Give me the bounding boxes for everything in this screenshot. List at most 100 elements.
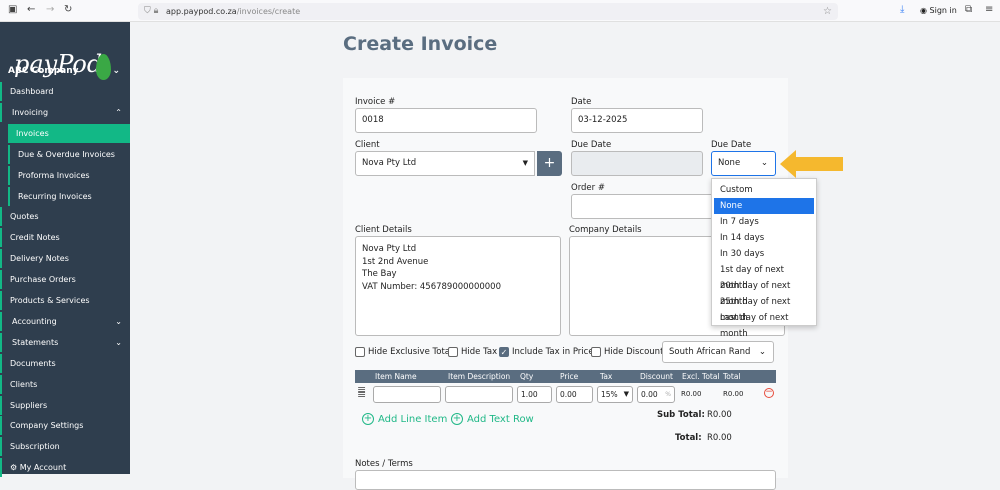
- invoice-no-input[interactable]: 0018: [355, 108, 537, 133]
- checkbox-hide-exclusive-total[interactable]: Hide Exclusive Total: [355, 347, 452, 357]
- chevron-down-icon: ⌄: [758, 347, 766, 357]
- add-client-button[interactable]: +: [537, 151, 562, 176]
- sidebar-item-proforma-invoices[interactable]: Proforma Invoices: [8, 165, 130, 185]
- sidebar-item-credit-notes[interactable]: Credit Notes: [0, 228, 130, 248]
- qty-input[interactable]: 1.00: [517, 386, 552, 403]
- extensions-icon[interactable]: ⧉: [965, 4, 972, 15]
- discount-input[interactable]: 0.00%: [637, 386, 675, 403]
- items-table-header: Item Name Item Description Qty Price Tax Disc…: [355, 370, 776, 383]
- sidebar-item-due-overdue-invoices[interactable]: Due & Overdue Invoices: [8, 144, 130, 164]
- due-option[interactable]: 1st day of next month: [714, 262, 814, 291]
- sidebar-item-suppliers[interactable]: Suppliers: [0, 395, 130, 415]
- column-header: Qty: [520, 372, 534, 381]
- caret-down-icon: ▼: [623, 390, 629, 398]
- bookmark-star-icon[interactable]: ☆: [823, 3, 832, 20]
- checkbox-hide-tax[interactable]: Hide Tax: [448, 347, 497, 357]
- tax-select[interactable]: 15% ▼: [597, 386, 633, 403]
- due-term-dropdown: Custom None In 7 days In 14 days In 30 days 1…: [711, 178, 817, 339]
- order-label: Order #: [571, 183, 605, 193]
- checkbox-include-tax-in-price[interactable]: ✓ Include Tax in Price: [499, 347, 594, 357]
- sidebar-item-label: Accounting: [12, 316, 57, 326]
- checkbox-icon[interactable]: ✓: [499, 347, 509, 357]
- sidebar-item-invoices[interactable]: Invoices: [8, 123, 130, 143]
- sidebar-item-company-settings[interactable]: Company Settings: [0, 416, 130, 436]
- sidebar-item-label: Credit Notes: [10, 233, 60, 243]
- tabs-icon[interactable]: ▣: [8, 4, 17, 15]
- column-header: Tax: [600, 372, 613, 381]
- due-option[interactable]: 25th day of next month: [714, 294, 814, 323]
- sidebar-item-accounting[interactable]: Accounting ⌄: [0, 311, 130, 331]
- download-icon[interactable]: ⤓: [900, 4, 904, 15]
- client-details-label: Client Details: [355, 225, 412, 235]
- notes-label: Notes / Terms: [355, 459, 413, 469]
- due-option[interactable]: In 7 days: [714, 214, 814, 230]
- add-text-row-button[interactable]: + Add Text Row: [451, 413, 534, 425]
- client-select[interactable]: Nova Pty Ltd ▼: [355, 151, 535, 176]
- gear-icon: ⚙: [10, 463, 20, 473]
- total-value: R0.00: [707, 433, 732, 443]
- company-details-label: Company Details: [569, 225, 642, 235]
- sidebar-item-documents[interactable]: Documents: [0, 353, 130, 373]
- checkbox-icon[interactable]: [591, 347, 601, 357]
- forward-icon[interactable]: →: [46, 4, 54, 15]
- sidebar-item-label: Invoices: [16, 128, 49, 138]
- due-option[interactable]: In 14 days: [714, 230, 814, 246]
- sign-in-button[interactable]: ◉ Sign in: [920, 6, 957, 15]
- checkbox-icon[interactable]: [355, 347, 365, 357]
- checkbox-hide-discount[interactable]: Hide Discount: [591, 347, 663, 357]
- notes-textarea[interactable]: [355, 470, 776, 490]
- reload-icon[interactable]: ↻: [64, 4, 72, 15]
- remove-row-icon[interactable]: −: [764, 388, 774, 398]
- sidebar-item-label: Purchase Orders: [10, 275, 76, 285]
- sidebar-item-dashboard[interactable]: Dashboard: [0, 82, 130, 101]
- add-line-item-button[interactable]: + Add Line Item: [362, 413, 447, 425]
- sidebar-item-label: Proforma Invoices: [18, 170, 90, 180]
- sidebar-item-label: My Account: [19, 463, 67, 473]
- sidebar-item-products-services[interactable]: Products & Services: [0, 291, 130, 310]
- checkbox-label: Hide Exclusive Total: [368, 347, 453, 357]
- url-bar[interactable]: ⛉ 🔒︎ app.paypod.co.za/invoices/create ☆: [138, 3, 838, 20]
- sidebar-item-quotes[interactable]: Quotes: [0, 207, 130, 227]
- yellow-arrow-pointer-icon: [780, 150, 843, 178]
- due-option[interactable]: Custom: [714, 182, 814, 198]
- sidebar-item-purchase-orders[interactable]: Purchase Orders: [0, 270, 130, 290]
- chevron-up-icon: ⌃: [115, 107, 122, 117]
- currency-select[interactable]: South African Rand ⌄: [662, 341, 774, 363]
- total-label: Total:: [675, 433, 702, 443]
- sidebar-item-my-account[interactable]: ⚙ My Account: [0, 458, 130, 478]
- sidebar-item-label: Subscription: [10, 442, 60, 452]
- checkbox-label: Hide Tax: [461, 347, 498, 357]
- checkbox-icon[interactable]: [448, 347, 458, 357]
- sidebar-item-invoicing[interactable]: Invoicing ⌃: [0, 102, 130, 122]
- sidebar: payPod ABC Company ⌄ Dashboard Invoicing ⌃ I…: [0, 22, 130, 478]
- sub-total-value: R0.00: [707, 410, 732, 420]
- due-term-select[interactable]: None ⌄: [711, 151, 776, 176]
- back-icon[interactable]: ←: [27, 4, 35, 15]
- company-switcher[interactable]: ABC Company ⌄: [8, 66, 126, 76]
- sidebar-item-recurring-invoices[interactable]: Recurring Invoices: [8, 186, 130, 206]
- caret-down-icon: ▼: [522, 159, 528, 167]
- checkbox-label: Include Tax in Price: [512, 347, 594, 357]
- row-total: R0.00: [723, 390, 744, 398]
- client-details-textarea[interactable]: Nova Pty Ltd 1st 2nd Avenue The Bay VAT Num…: [355, 236, 561, 336]
- item-name-input[interactable]: [373, 386, 441, 403]
- sidebar-item-delivery-notes[interactable]: Delivery Notes: [0, 249, 130, 269]
- due-date-input[interactable]: [571, 151, 703, 176]
- sidebar-item-subscription[interactable]: Subscription: [0, 437, 130, 457]
- due-option[interactable]: Last day of next month: [714, 310, 814, 339]
- browser-toolbar: ▣ ← → ↻ ⛉ 🔒︎ app.paypod.co.za/invoices/cr…: [0, 0, 1000, 22]
- client-label: Client: [355, 140, 380, 150]
- column-header: Item Description: [448, 372, 511, 381]
- due-option[interactable]: None: [714, 198, 814, 214]
- date-input[interactable]: 03-12-2025: [571, 108, 703, 133]
- due-option[interactable]: In 30 days: [714, 246, 814, 262]
- menu-icon[interactable]: ≡: [985, 4, 993, 15]
- due-option[interactable]: 20th day of next month: [714, 278, 814, 307]
- sidebar-item-statements[interactable]: Statements ⌄: [0, 332, 130, 352]
- drag-handle-icon[interactable]: ≡ ≡: [357, 384, 366, 400]
- price-input[interactable]: 0.00: [556, 386, 593, 403]
- sidebar-item-clients[interactable]: Clients: [0, 374, 130, 394]
- due-term-label: Due Date: [711, 140, 752, 150]
- item-description-input[interactable]: [445, 386, 513, 403]
- client-details-line: The Bay: [362, 269, 397, 279]
